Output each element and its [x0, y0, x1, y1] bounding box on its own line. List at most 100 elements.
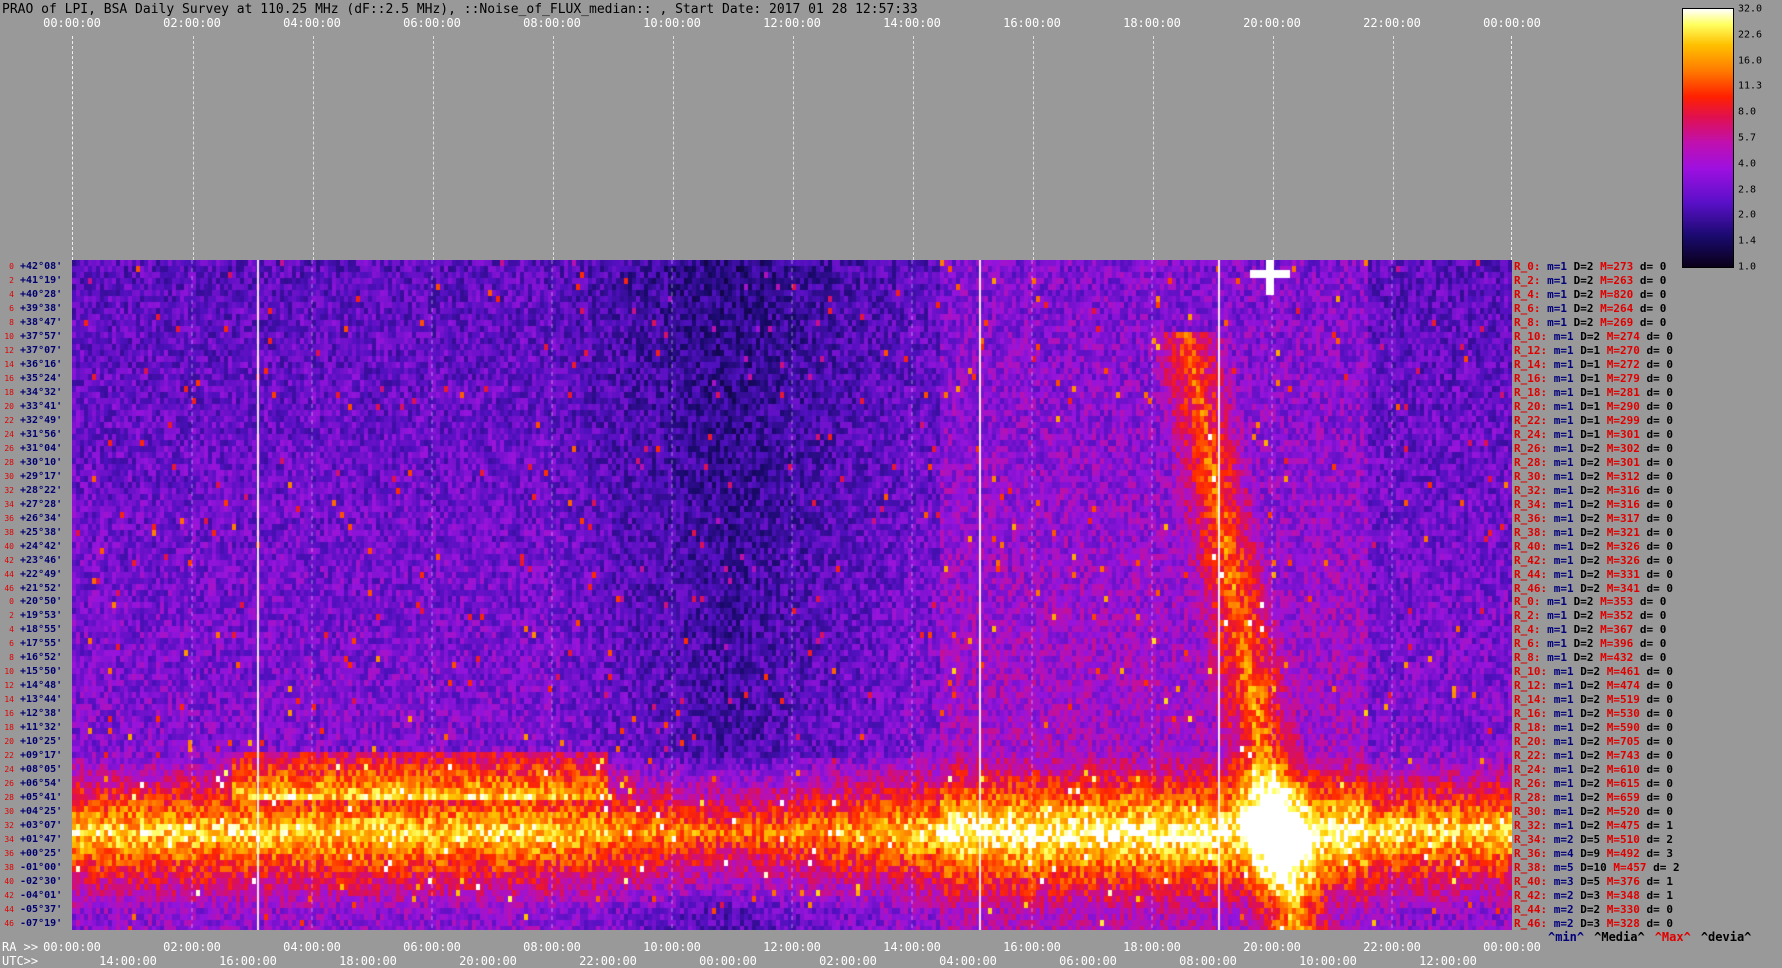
- stat-min: m=1: [1547, 595, 1574, 609]
- stat-row: R_10: m=1 D=2 M=461 d= 0: [1514, 665, 1673, 678]
- stat-median: D=2: [1573, 651, 1601, 665]
- stat-deviation: d= 0: [1646, 581, 1674, 595]
- stat-beam: R_30:: [1514, 804, 1554, 818]
- stat-max: M=273: [1600, 260, 1640, 274]
- stat-median: D=2: [1580, 721, 1607, 735]
- stat-beam: R_20:: [1514, 400, 1554, 414]
- utc-axis-tick: 14:00:00: [99, 954, 157, 968]
- declination-value: +24°42': [14, 540, 63, 552]
- legend-key: ^min^: [1548, 930, 1585, 944]
- top-axis-tick: 16:00:00: [1003, 16, 1061, 30]
- declination-value: -05°37': [14, 903, 63, 915]
- stat-min: m=1: [1553, 721, 1581, 735]
- stat-max: M=272: [1606, 358, 1647, 372]
- stat-max: M=743: [1606, 749, 1647, 763]
- stat-max: M=328: [1606, 916, 1647, 930]
- stat-max: M=510: [1606, 832, 1647, 846]
- declination-value: +36°16': [14, 359, 63, 371]
- stat-row: R_14: m=1 D=1 M=272 d= 0: [1514, 358, 1673, 371]
- declination-label: 0 +20°50': [0, 596, 62, 607]
- declination-value: +06°54': [14, 777, 63, 789]
- declination-value: +19°53': [14, 610, 63, 622]
- ra-axis-tick: 10:00:00: [643, 940, 701, 954]
- declination-label: 46 -07°19': [0, 918, 62, 929]
- ra-axis-tick: 04:00:00: [283, 940, 341, 954]
- legend-key: ^Max^: [1654, 930, 1691, 944]
- stat-min: m=1: [1547, 651, 1574, 665]
- stat-beam: R_2:: [1514, 609, 1548, 623]
- stat-deviation: d= 0: [1646, 330, 1674, 344]
- stat-min: m=1: [1553, 553, 1581, 567]
- row-number: 0: [9, 597, 14, 607]
- top-axis-tick: 14:00:00: [883, 16, 941, 30]
- stat-beam: R_38:: [1514, 860, 1554, 874]
- row-number: 36: [4, 848, 14, 858]
- stat-row: R_4: m=1 D=2 M=367 d= 0: [1514, 623, 1666, 636]
- declination-label: 20 +33°41': [0, 401, 62, 412]
- ra-axis-tick: 18:00:00: [1123, 940, 1181, 954]
- stat-deviation: d= 2: [1653, 860, 1680, 874]
- stat-deviation: d= 1: [1646, 874, 1674, 888]
- stat-median: D=2: [1580, 762, 1607, 776]
- stat-beam: R_0:: [1514, 595, 1548, 609]
- declination-value: -04°01': [14, 889, 63, 901]
- ra-axis-tick: 06:00:00: [403, 940, 461, 954]
- stat-deviation: d= 1: [1646, 888, 1674, 902]
- stat-max: M=316: [1606, 497, 1647, 511]
- grid-line: [1393, 36, 1394, 260]
- grid-line: [553, 36, 554, 260]
- stat-median: D=2: [1573, 609, 1601, 623]
- stat-row: R_38: m=5 D=10 M=457 d= 2: [1514, 861, 1680, 874]
- stat-min: m=1: [1553, 749, 1581, 763]
- colorbar-tick: 32.0: [1738, 3, 1763, 15]
- row-number: 20: [4, 402, 14, 412]
- row-number: 4: [9, 625, 14, 635]
- declination-label: 44 -05°37': [0, 904, 62, 915]
- stat-median: D=2: [1573, 316, 1601, 330]
- declination-value: +28°22': [14, 484, 63, 496]
- row-number: 20: [4, 737, 14, 747]
- stat-beam: R_14:: [1514, 358, 1554, 372]
- stat-deviation: d= 0: [1646, 776, 1674, 790]
- stat-max: M=705: [1606, 735, 1647, 749]
- declination-label: 6 +39°38': [0, 303, 62, 314]
- declination-label: 44 +22°49': [0, 569, 62, 580]
- stat-deviation: d= 0: [1646, 539, 1674, 553]
- stat-median: D=2: [1580, 804, 1607, 818]
- declination-label: 8 +38°47': [0, 317, 62, 328]
- stat-median: D=1: [1580, 427, 1607, 441]
- stat-deviation: d= 0: [1646, 414, 1674, 428]
- declination-label: 34 +27°28': [0, 499, 62, 510]
- row-number: 24: [4, 429, 14, 439]
- grid-line: [1273, 36, 1274, 260]
- stat-row: R_16: m=1 D=2 M=530 d= 0: [1514, 707, 1673, 720]
- stat-median: D=1: [1580, 344, 1607, 358]
- stat-deviation: d= 0: [1646, 441, 1674, 455]
- row-number: 12: [4, 346, 14, 356]
- stat-row: R_12: m=1 D=1 M=270 d= 0: [1514, 344, 1673, 357]
- row-number: 32: [4, 485, 14, 495]
- stat-max: M=302: [1606, 441, 1647, 455]
- ra-axis-tick: 16:00:00: [1003, 940, 1061, 954]
- stat-deviation: d= 0: [1646, 679, 1674, 693]
- declination-value: +11°32': [14, 722, 63, 734]
- stat-beam: R_40:: [1514, 874, 1554, 888]
- declination-value: +37°57': [14, 331, 63, 343]
- stat-min: m=2: [1553, 832, 1581, 846]
- top-axis-tick: 08:00:00: [523, 16, 581, 30]
- declination-label: 12 +37°07': [0, 345, 62, 356]
- declination-value: +26°34': [14, 512, 63, 524]
- stat-deviation: d= 0: [1639, 288, 1667, 302]
- top-axis-tick: 00:00:00: [43, 16, 101, 30]
- declination-label: 8 +16°52': [0, 652, 62, 663]
- stat-deviation: d= 0: [1646, 790, 1674, 804]
- stat-max: M=270: [1606, 344, 1647, 358]
- stat-max: M=396: [1600, 637, 1640, 651]
- utc-axis-tick: 20:00:00: [459, 954, 517, 968]
- declination-value: +22°49': [14, 568, 63, 580]
- stat-min: m=1: [1553, 539, 1581, 553]
- stat-deviation: d= 0: [1646, 735, 1674, 749]
- declination-label: 10 +37°57': [0, 331, 62, 342]
- stat-min: m=1: [1553, 818, 1581, 832]
- declination-value: +09°17': [14, 750, 63, 762]
